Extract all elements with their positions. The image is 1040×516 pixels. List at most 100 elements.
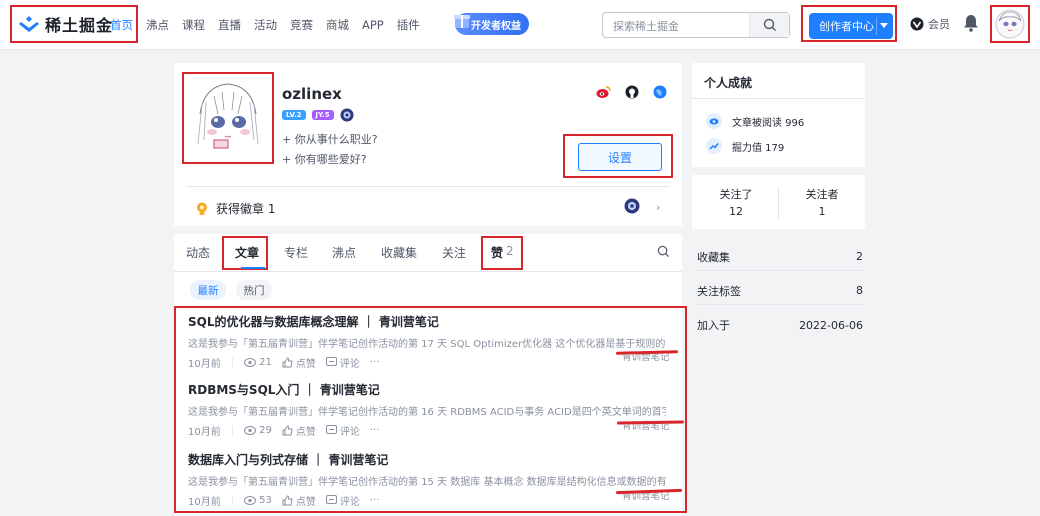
settings-button[interactable]: 设置 bbox=[578, 143, 662, 171]
developer-benefits-label: 开发者权益 bbox=[471, 20, 521, 32]
settings-highlight: 设置 bbox=[563, 134, 673, 178]
joined-date: 2022-06-06 bbox=[799, 318, 863, 332]
views-count: 21 bbox=[259, 357, 272, 368]
like-action[interactable]: 点赞 bbox=[282, 493, 316, 508]
vip-entry[interactable]: 会员 bbox=[910, 16, 950, 32]
comment-label: 评论 bbox=[339, 497, 360, 508]
tab-activity[interactable]: 动态 bbox=[186, 244, 210, 261]
nav-courses[interactable]: 课程 bbox=[182, 17, 205, 33]
collections-row[interactable]: 收藏集 2 bbox=[697, 243, 863, 271]
following-stat[interactable]: 关注了 12 bbox=[701, 186, 771, 218]
profile-avatar[interactable] bbox=[182, 72, 274, 164]
article-summary[interactable]: 这是我参与「第五届青训营」伴学笔记创作活动的第 15 天 数据库 基本概念 数据… bbox=[188, 473, 666, 488]
juejin-level-badge[interactable]: JY.5 bbox=[311, 110, 334, 120]
more-menu[interactable]: ··· bbox=[370, 425, 380, 436]
tab-collections[interactable]: 收藏集 bbox=[381, 244, 417, 261]
creator-center-button[interactable]: 创作者中心 bbox=[809, 13, 893, 39]
following-count: 12 bbox=[729, 205, 743, 218]
followers-stat[interactable]: 关注者 1 bbox=[787, 186, 857, 218]
nav-plugins[interactable]: 插件 bbox=[397, 17, 420, 33]
views-stat: 21 bbox=[244, 357, 272, 368]
earned-badges-row[interactable]: 获得徽章 1 bbox=[196, 200, 275, 217]
search-box[interactable]: 探索稀土掘金 bbox=[602, 12, 790, 38]
filter-latest[interactable]: 最新 bbox=[190, 280, 226, 300]
earned-badges-label: 获得徽章 1 bbox=[216, 202, 276, 216]
search-button[interactable] bbox=[749, 13, 789, 37]
website-globe-icon[interactable] bbox=[653, 85, 667, 99]
like-action[interactable]: 点赞 bbox=[282, 423, 316, 438]
nav-events[interactable]: 活动 bbox=[254, 17, 277, 33]
views-count: 29 bbox=[259, 425, 272, 436]
chevron-right-icon[interactable]: › bbox=[656, 201, 660, 214]
nav-pins[interactable]: 沸点 bbox=[146, 17, 169, 33]
search-input[interactable]: 探索稀土掘金 bbox=[613, 18, 679, 34]
article-meta: 10月前 | 21 点赞 评论 ··· bbox=[188, 355, 666, 370]
joined-date-row: 加入于 2022-06-06 bbox=[697, 311, 863, 339]
vip-label: 会员 bbox=[928, 18, 950, 31]
nav-mall[interactable]: 商城 bbox=[326, 17, 349, 33]
meta-divider: | bbox=[230, 425, 235, 436]
comment-action[interactable]: 评论 bbox=[325, 423, 360, 438]
views-stat: 29 bbox=[244, 425, 272, 436]
like-action[interactable]: 点赞 bbox=[282, 355, 316, 370]
medal-badge-icon[interactable] bbox=[340, 108, 354, 122]
nav-contests[interactable]: 竞赛 bbox=[290, 17, 313, 33]
search-icon[interactable] bbox=[657, 245, 670, 258]
logo-text: 稀土掘金 bbox=[45, 16, 114, 35]
weibo-icon[interactable] bbox=[596, 85, 611, 99]
comment-icon bbox=[325, 357, 337, 366]
main-nav: 首页 沸点 课程 直播 活动 竞赛 商城 APP 插件 bbox=[110, 0, 433, 50]
notification-bell-icon[interactable] bbox=[963, 14, 979, 32]
header-avatar[interactable] bbox=[990, 5, 1030, 43]
thumbs-up-icon bbox=[282, 425, 293, 436]
article-reads-stat: 文章被阅读 996 bbox=[706, 113, 804, 129]
collections-label: 收藏集 bbox=[697, 250, 730, 264]
eye-icon bbox=[706, 113, 722, 129]
search-icon bbox=[763, 18, 776, 31]
article-summary[interactable]: 这是我参与「第五届青训营」伴学笔记创作活动的第 16 天 RDBMS ACID与… bbox=[188, 403, 666, 418]
list-item[interactable]: SQL的优化器与数据库概念理解 ｜ 青训营笔记 这是我参与「第五届青训营」伴学笔… bbox=[188, 313, 666, 370]
chevron-down-icon[interactable] bbox=[880, 23, 888, 28]
creator-divider bbox=[876, 17, 877, 35]
more-menu[interactable]: ··· bbox=[370, 495, 380, 506]
profile-username: ozlinex bbox=[282, 85, 342, 103]
article-summary[interactable]: 这是我参与「第五届青训营」伴学笔记创作活动的第 17 天 SQL Optimiz… bbox=[188, 335, 666, 350]
list-item[interactable]: RDBMS与SQL入门 ｜ 青训营笔记 这是我参与「第五届青训营」伴学笔记创作活… bbox=[188, 381, 666, 438]
tab-pins[interactable]: 沸点 bbox=[332, 244, 356, 261]
like-label: 点赞 bbox=[295, 497, 316, 508]
level-badges: LV.2 JY.5 bbox=[282, 108, 354, 122]
eye-icon bbox=[244, 496, 257, 505]
comment-action[interactable]: 评论 bbox=[325, 355, 360, 370]
tab-columns[interactable]: 专栏 bbox=[284, 244, 308, 261]
nav-live[interactable]: 直播 bbox=[218, 17, 241, 33]
nav-home[interactable]: 首页 bbox=[110, 17, 133, 33]
github-icon[interactable] bbox=[625, 85, 639, 99]
like-label: 点赞 bbox=[295, 427, 316, 438]
article-title[interactable]: SQL的优化器与数据库概念理解 ｜ 青训营笔记 bbox=[188, 313, 666, 330]
article-title[interactable]: 数据库入门与列式存储 ｜ 青训营笔记 bbox=[188, 451, 666, 468]
add-hobby-link[interactable]: + 你有哪些爱好? bbox=[282, 151, 367, 167]
article-meta: 10月前 | 53 点赞 评论 ··· bbox=[188, 493, 666, 508]
creator-level-badge[interactable]: LV.2 bbox=[282, 110, 306, 120]
eye-icon bbox=[244, 358, 257, 367]
list-item[interactable]: 数据库入门与列式存储 ｜ 青训营笔记 这是我参与「第五届青训营」伴学笔记创作活动… bbox=[188, 451, 666, 508]
article-reads-label: 文章被阅读 996 bbox=[732, 117, 805, 129]
developer-benefits-badge[interactable]: 开发者权益 bbox=[454, 13, 529, 35]
filter-hot[interactable]: 热门 bbox=[236, 280, 272, 300]
follow-divider bbox=[778, 187, 779, 219]
views-count: 53 bbox=[259, 495, 272, 506]
followed-tags-row[interactable]: 关注标签 8 bbox=[697, 277, 863, 305]
article-meta: 10月前 | 29 点赞 评论 ··· bbox=[188, 423, 666, 438]
comment-action[interactable]: 评论 bbox=[325, 493, 360, 508]
comment-icon bbox=[325, 495, 337, 504]
tab-likes[interactable]: 赞 bbox=[491, 244, 503, 261]
article-title[interactable]: RDBMS与SQL入门 ｜ 青训营笔记 bbox=[188, 381, 666, 398]
followed-tags-label: 关注标签 bbox=[697, 284, 741, 298]
add-job-link[interactable]: + 你从事什么职业? bbox=[282, 131, 378, 147]
achievements-title: 个人成就 bbox=[704, 76, 753, 90]
more-menu[interactable]: ··· bbox=[370, 357, 380, 368]
nav-app[interactable]: APP bbox=[362, 18, 384, 32]
tab-articles[interactable]: 文章 bbox=[235, 244, 259, 261]
tab-following[interactable]: 关注 bbox=[442, 244, 466, 261]
medal-badge-icon[interactable] bbox=[624, 198, 640, 214]
